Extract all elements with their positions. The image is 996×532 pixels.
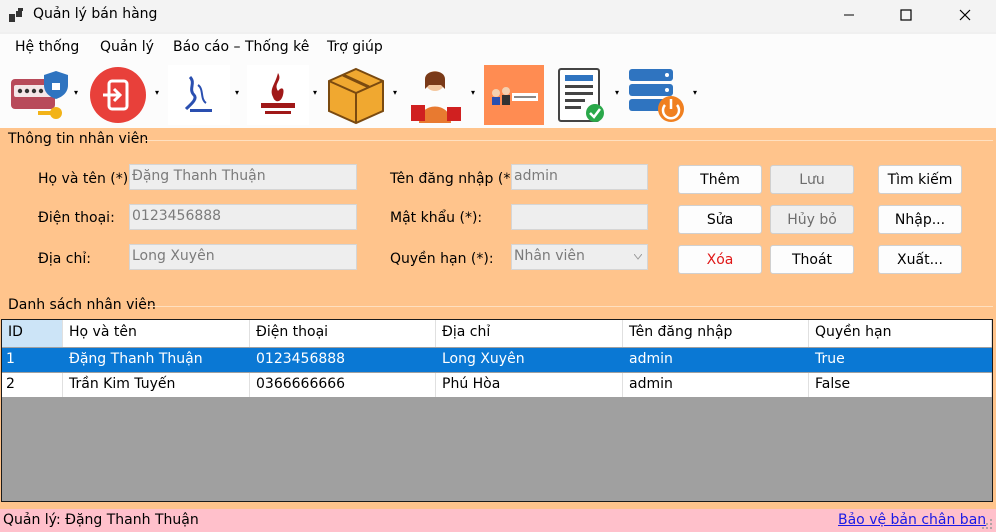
app-icon (9, 8, 23, 22)
table-row[interactable]: 1 Đặng Thanh Thuận 0123456888 Long Xuyên… (2, 348, 992, 372)
current-user-status: Quản lý: Đặng Thanh Thuận (3, 512, 199, 528)
phone-label: Điện thoại: (38, 210, 115, 226)
cell-username: admin (623, 348, 809, 372)
cell-phone: 0366666666 (250, 373, 436, 397)
menu-he-thong[interactable]: Hệ thống (15, 39, 79, 55)
column-header-phone[interactable]: Điện thoại (250, 320, 436, 347)
toolbar-dropdown-1[interactable]: ▾ (74, 89, 82, 97)
title-bar: Quản lý bán hàng (0, 0, 996, 32)
product-box-icon (328, 67, 384, 125)
group-border (145, 140, 993, 141)
employee-list-title: Danh sách nhân viên (8, 297, 156, 313)
password-label: Mật khẩu (*): (390, 210, 483, 226)
employee-grid[interactable]: ID Họ và tên Điện thoại Địa chỉ Tên đăng… (1, 319, 993, 502)
export-button[interactable]: Xuất... (878, 245, 962, 274)
chevron-down-icon (634, 254, 642, 260)
cell-name: Trần Kim Tuyến (63, 373, 250, 397)
cancel-button[interactable]: Hủy bỏ (770, 205, 854, 234)
cell-role: False (809, 373, 992, 397)
save-button[interactable]: Lưu (770, 165, 854, 194)
cell-address: Phú Hòa (436, 373, 623, 397)
toolbar-invoice-button[interactable] (551, 65, 613, 125)
column-header-name[interactable]: Họ và tên (63, 320, 250, 347)
password-field[interactable] (511, 204, 648, 230)
sneakers-logo-icon (247, 65, 309, 125)
close-button[interactable] (942, 0, 988, 30)
toolbar-server-button[interactable] (627, 65, 689, 125)
role-label: Quyền hạn (*): (390, 251, 494, 267)
menu-tro-giup[interactable]: Trợ giúp (327, 39, 383, 55)
import-button[interactable]: Nhập... (878, 205, 962, 234)
table-row[interactable]: 2 Trần Kim Tuyến 0366666666 Phú Hòa admi… (2, 373, 992, 397)
menu-quan-ly[interactable]: Quản lý (100, 39, 154, 55)
login-password-icon (11, 71, 68, 119)
toolbar-sneakers-button[interactable] (247, 65, 309, 125)
address-label: Địa chỉ: (38, 251, 91, 267)
column-header-id[interactable]: ID (2, 320, 63, 347)
role-select[interactable]: Nhân viên (511, 244, 648, 270)
toolbar-dropdown-4[interactable]: ▾ (313, 89, 321, 97)
cell-username: admin (623, 373, 809, 397)
toolbar-dropdown-5[interactable]: ▾ (393, 89, 401, 97)
delete-button[interactable]: Xóa (678, 245, 762, 274)
edit-button[interactable]: Sửa (678, 205, 762, 234)
staff-management-icon (492, 87, 538, 105)
status-bar: Quản lý: Đặng Thanh Thuận Bảo vệ bản châ… (0, 509, 996, 532)
invoice-report-icon (558, 68, 604, 122)
username-field[interactable]: admin (511, 164, 648, 190)
cell-name: Đặng Thanh Thuận (63, 348, 250, 372)
toolbar-login-button[interactable] (8, 65, 70, 125)
role-select-value: Nhân viên (514, 248, 585, 264)
window-title: Quản lý bán hàng (33, 6, 158, 22)
server-power-icon (629, 69, 684, 122)
maximize-button[interactable] (883, 0, 929, 30)
toolbar-product-button[interactable] (325, 65, 387, 125)
username-label: Tên đăng nhập (*): (390, 171, 521, 187)
toolbar-dropdown-3[interactable]: ▾ (235, 89, 243, 97)
copyright-link[interactable]: Bảo vệ bản chân ban (838, 512, 986, 528)
brand-logo-icon (168, 65, 230, 125)
column-header-address[interactable]: Địa chỉ (436, 320, 623, 347)
toolbar-dropdown-2[interactable]: ▾ (155, 89, 163, 97)
cell-address: Long Xuyên (436, 348, 623, 372)
search-button[interactable]: Tìm kiếm (878, 165, 962, 194)
cell-id: 1 (2, 348, 63, 372)
logout-icon (90, 67, 146, 123)
toolbar-dropdown-8[interactable]: ▾ (693, 89, 701, 97)
employee-info-title: Thông tin nhân viên (8, 131, 149, 147)
minimize-icon (844, 14, 854, 16)
toolbar: ▾ ▾ ▾ ▾ ▾ ▾ ▾ ▾ (0, 60, 996, 128)
column-header-role[interactable]: Quyền hạn (809, 320, 992, 347)
address-field[interactable]: Long Xuyên (129, 244, 357, 270)
toolbar-customer-button[interactable] (405, 65, 467, 125)
phone-field[interactable]: 0123456888 (129, 204, 357, 230)
resize-grip-icon[interactable] (981, 518, 993, 530)
full-name-field[interactable]: Đặng Thanh Thuận (129, 164, 357, 190)
toolbar-brand-button[interactable] (168, 65, 230, 125)
group-border (148, 306, 993, 307)
cell-id: 2 (2, 373, 63, 397)
close-icon (959, 9, 971, 21)
toolbar-logout-button[interactable] (88, 65, 150, 125)
toolbar-staff-button[interactable] (484, 65, 544, 125)
minimize-button[interactable] (826, 0, 872, 30)
column-header-username[interactable]: Tên đăng nhập (623, 320, 809, 347)
maximize-icon (900, 9, 912, 21)
grid-header: ID Họ và tên Điện thoại Địa chỉ Tên đăng… (2, 320, 992, 347)
full-name-label: Họ và tên (*): (38, 171, 133, 187)
menu-bao-cao-thong-ke[interactable]: Báo cáo – Thống kê (173, 39, 309, 55)
cell-phone: 0123456888 (250, 348, 436, 372)
add-button[interactable]: Thêm (678, 165, 762, 194)
cell-role: True (809, 348, 992, 372)
menu-bar: Hệ thống Quản lý Báo cáo – Thống kê Trợ … (0, 34, 996, 60)
toolbar-dropdown-7[interactable]: ▾ (615, 89, 623, 97)
employee-info-panel: Thông tin nhân viên Họ và tên (*): Đặng … (0, 128, 996, 293)
customer-shopping-icon (411, 71, 461, 123)
toolbar-dropdown-6[interactable]: ▾ (471, 89, 479, 97)
exit-button[interactable]: Thoát (770, 245, 854, 274)
